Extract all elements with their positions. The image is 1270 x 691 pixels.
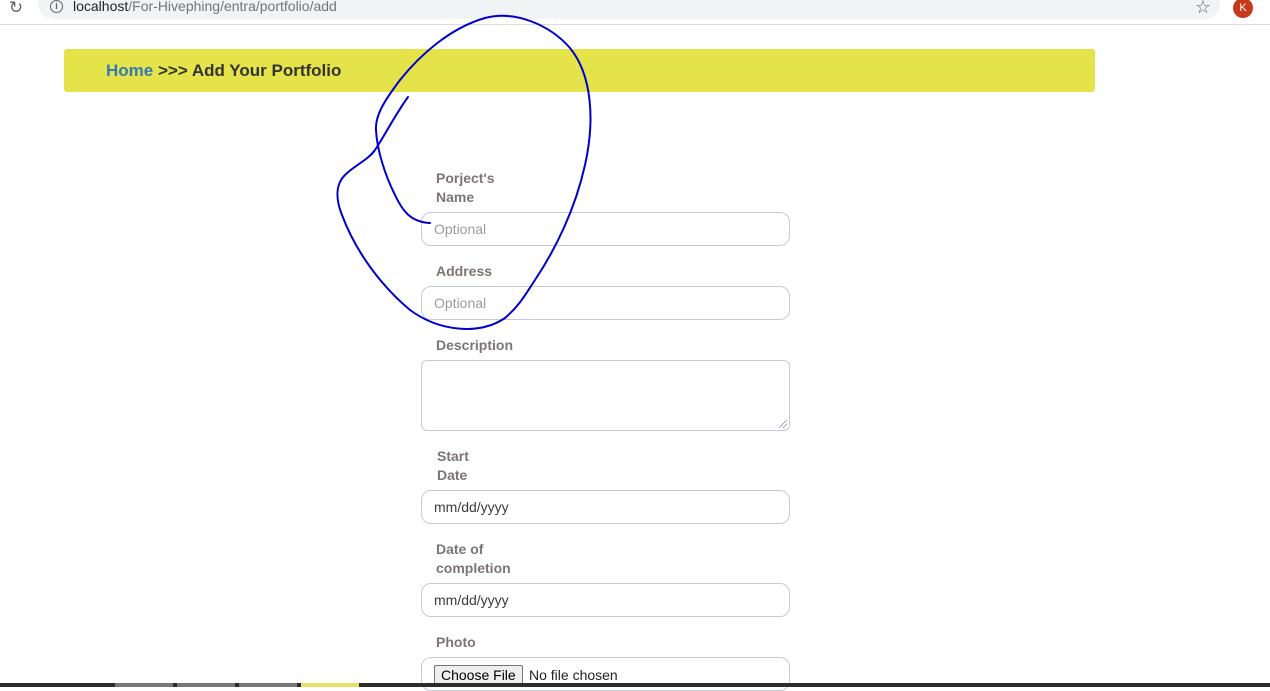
address-input[interactable]: Optional [421,286,790,320]
star-icon[interactable]: ☆ [1193,0,1213,18]
breadcrumb-home-link[interactable]: Home [106,61,153,80]
project-name-label-line1: Porject's [436,170,495,186]
avatar[interactable]: K [1233,0,1253,18]
page-title: Add Your Portfolio [191,61,342,80]
taskbar-item-active[interactable] [301,683,359,687]
project-name-label: Porject's Name [436,169,495,207]
info-icon[interactable]: i [50,0,63,13]
project-name-label-line2: Name [436,189,475,205]
completion-date-input[interactable]: mm/dd/yyyy [421,583,790,617]
address-placeholder: Optional [434,295,487,311]
browser-toolbar: ↻ i localhost/For-Hivephing/entra/portfo… [0,0,1270,25]
reload-icon[interactable]: ↻ [6,0,26,18]
taskbar-item[interactable] [115,683,173,687]
breadcrumb: Home >>> Add Your Portfolio [64,49,1095,92]
project-name-input[interactable]: Optional [421,212,790,246]
completion-date-value: mm/dd/yyyy [434,592,509,608]
completion-date-label-line1: Date of [436,541,484,557]
resize-handle-icon[interactable] [779,420,787,428]
completion-date-label-line2: completion [436,560,511,576]
breadcrumb-separator: >>> [153,61,192,80]
url-host: localhost [73,0,129,14]
address-bar[interactable]: i localhost/For-Hivephing/entra/portfoli… [38,0,1220,19]
start-date-label-line1: Start [437,448,469,464]
photo-label: Photo [436,634,476,650]
taskbar-item[interactable] [177,683,235,687]
start-date-input[interactable]: mm/dd/yyyy [421,490,790,524]
file-status: No file chosen [529,667,618,683]
address-label: Address [436,263,493,279]
completion-date-label: Date of completion [436,540,511,578]
breadcrumb-text: Home >>> Add Your Portfolio [106,61,341,80]
start-date-value: mm/dd/yyyy [434,499,509,515]
url-text: localhost/For-Hivephing/entra/portfolio/… [73,0,337,14]
start-date-label-line2: Date [437,467,468,483]
url-path: /For-Hivephing/entra/portfolio/add [128,0,337,14]
description-textarea[interactable] [421,360,790,431]
taskbar-item[interactable] [239,683,297,687]
start-date-label: Start Date [437,447,469,485]
project-name-placeholder: Optional [434,221,487,237]
description-label: Description [436,337,514,353]
